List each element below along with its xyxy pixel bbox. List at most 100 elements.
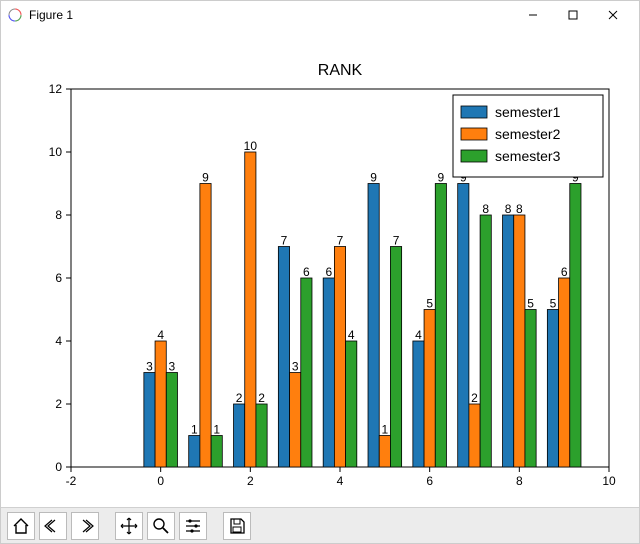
bar-semester1 — [503, 215, 514, 467]
figure-canvas[interactable]: RANK-20246810024681012312769498549103715… — [1, 29, 639, 507]
bar-semester3 — [256, 404, 267, 467]
bar-label: 4 — [348, 328, 355, 342]
bar-label: 5 — [550, 297, 557, 311]
legend-label: semester1 — [495, 104, 561, 120]
x-tick-label: 0 — [157, 474, 164, 488]
x-tick-label: -2 — [66, 474, 77, 488]
bar-label: 6 — [303, 265, 310, 279]
legend-swatch — [461, 128, 487, 140]
bar-label: 5 — [527, 297, 534, 311]
bar-semester1 — [547, 310, 558, 468]
bar-semester3 — [390, 247, 401, 468]
legend-label: semester2 — [495, 126, 561, 142]
bar-semester2 — [155, 341, 166, 467]
bar-semester3 — [301, 278, 312, 467]
home-icon — [12, 517, 30, 535]
pan-button[interactable] — [115, 512, 143, 540]
bar-label: 9 — [438, 171, 445, 185]
legend-label: semester3 — [495, 148, 561, 164]
minimize-button[interactable] — [513, 1, 553, 29]
bar-label: 8 — [482, 202, 489, 216]
bar-semester2 — [245, 152, 256, 467]
bar-label: 3 — [169, 360, 176, 374]
zoom-button[interactable] — [147, 512, 175, 540]
bar-label: 6 — [325, 265, 332, 279]
figure-window: Figure 1 RANK-20246810024681012312769498… — [0, 0, 640, 544]
bar-label: 8 — [516, 202, 523, 216]
x-tick-label: 2 — [247, 474, 254, 488]
bar-label: 2 — [471, 391, 478, 405]
save-icon — [228, 517, 246, 535]
bar-label: 7 — [393, 234, 400, 248]
titlebar: Figure 1 — [1, 1, 639, 29]
bar-label: 9 — [202, 171, 209, 185]
legend-swatch — [461, 106, 487, 118]
bar-semester1 — [189, 436, 200, 468]
bar-label: 1 — [381, 423, 388, 437]
bar-semester2 — [469, 404, 480, 467]
home-button[interactable] — [7, 512, 35, 540]
y-tick-label: 6 — [55, 271, 62, 285]
bar-semester3 — [211, 436, 222, 468]
bar-label: 8 — [505, 202, 512, 216]
bar-semester1 — [234, 404, 245, 467]
bar-label: 1 — [213, 423, 220, 437]
bar-semester3 — [166, 373, 177, 468]
bar-semester1 — [413, 341, 424, 467]
bar-semester1 — [458, 184, 469, 468]
bar-label: 6 — [561, 265, 568, 279]
bar-semester3 — [435, 184, 446, 468]
bar-label: 5 — [426, 297, 433, 311]
bar-semester1 — [323, 278, 334, 467]
forward-button[interactable] — [71, 512, 99, 540]
y-tick-label: 12 — [49, 82, 63, 96]
bar-label: 4 — [415, 328, 422, 342]
back-button[interactable] — [39, 512, 67, 540]
bar-label: 10 — [244, 139, 258, 153]
configure-subplots-button[interactable] — [179, 512, 207, 540]
bar-semester1 — [368, 184, 379, 468]
legend: semester1 semester2 semester3 — [453, 95, 603, 177]
forward-icon — [76, 517, 94, 535]
bar-semester3 — [480, 215, 491, 467]
x-tick-label: 8 — [516, 474, 523, 488]
legend-swatch — [461, 150, 487, 162]
bar-semester2 — [424, 310, 435, 468]
x-tick-label: 4 — [337, 474, 344, 488]
bar-semester2 — [200, 184, 211, 468]
bar-label: 3 — [146, 360, 153, 374]
bar-semester1 — [278, 247, 289, 468]
window-title: Figure 1 — [29, 8, 73, 22]
close-button[interactable] — [593, 1, 633, 29]
zoom-icon — [152, 517, 170, 535]
x-tick-label: 10 — [602, 474, 616, 488]
back-icon — [44, 517, 62, 535]
bar-label: 4 — [157, 328, 164, 342]
y-tick-label: 2 — [55, 397, 62, 411]
matplotlib-toolbar — [1, 507, 639, 543]
bar-semester2 — [514, 215, 525, 467]
bar-label: 2 — [236, 391, 243, 405]
bar-semester3 — [570, 184, 581, 468]
bar-semester1 — [144, 373, 155, 468]
bar-semester2 — [379, 436, 390, 468]
maximize-button[interactable] — [553, 1, 593, 29]
bar-semester2 — [334, 247, 345, 468]
bar-semester3 — [525, 310, 536, 468]
app-icon — [7, 7, 23, 23]
chart-title: RANK — [318, 62, 363, 79]
y-tick-label: 10 — [49, 145, 63, 159]
bar-label: 2 — [258, 391, 265, 405]
y-tick-label: 0 — [55, 460, 62, 474]
bar-label: 7 — [281, 234, 288, 248]
y-tick-label: 8 — [55, 208, 62, 222]
bar-label: 3 — [292, 360, 299, 374]
bar-label: 7 — [337, 234, 344, 248]
bar-semester2 — [290, 373, 301, 468]
bar-label: 9 — [370, 171, 377, 185]
x-tick-label: 6 — [426, 474, 433, 488]
configure-icon — [184, 517, 202, 535]
bar-semester2 — [559, 278, 570, 467]
save-button[interactable] — [223, 512, 251, 540]
y-tick-label: 4 — [55, 334, 62, 348]
